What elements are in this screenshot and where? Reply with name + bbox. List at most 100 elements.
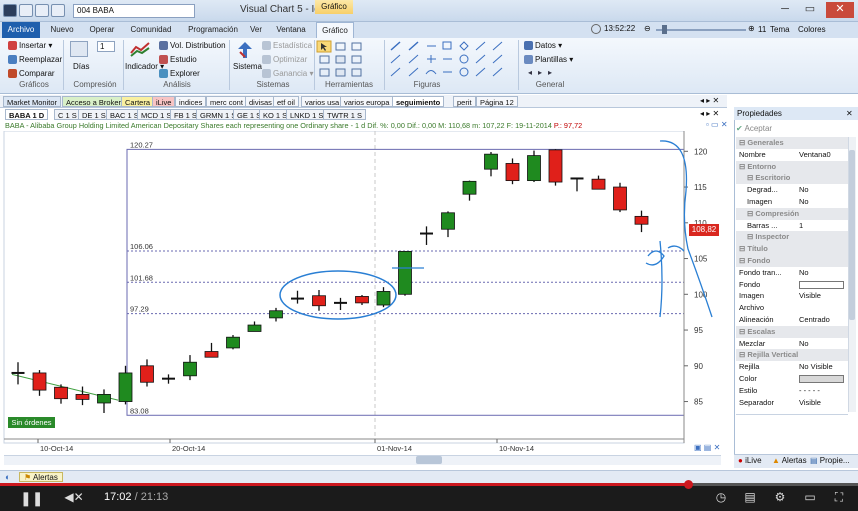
property-value[interactable]: No bbox=[799, 184, 809, 196]
tab-nuevo[interactable]: Nuevo bbox=[48, 22, 76, 38]
subtab-c[interactable]: C 1 S bbox=[54, 109, 81, 120]
property-section[interactable]: ⊟ Entorno bbox=[736, 160, 848, 173]
property-row[interactable]: Mezclar No bbox=[736, 338, 848, 350]
tab-market-monitor[interactable]: Market Monitor bbox=[3, 96, 62, 107]
property-row[interactable]: Color bbox=[736, 373, 848, 385]
symbol-input[interactable]: 004 BABA bbox=[73, 4, 195, 18]
property-row[interactable]: Degrad... No bbox=[736, 184, 848, 196]
ganancia-button[interactable]: Ganancia ▾ bbox=[262, 69, 314, 79]
zoom-slider-thumb[interactable] bbox=[662, 25, 667, 34]
dias-button[interactable]: Días bbox=[73, 62, 89, 71]
comparar-button[interactable]: Comparar bbox=[8, 69, 55, 79]
estadistica-button[interactable]: Estadística bbox=[262, 41, 312, 51]
tab-varios-europa[interactable]: varios europa bbox=[340, 96, 394, 107]
save-icon[interactable] bbox=[35, 4, 49, 17]
subtab-twtr[interactable]: TWTR 1 S bbox=[323, 109, 366, 120]
tab-merc-cont[interactable]: merc cont bbox=[206, 96, 247, 107]
property-value[interactable]: No bbox=[799, 196, 809, 208]
vol-distribution-button[interactable]: Vol. Distribution bbox=[159, 41, 226, 51]
subtab-baba[interactable]: BABA 1 D bbox=[5, 109, 49, 120]
tab-ventana[interactable]: Ventana bbox=[274, 22, 308, 38]
price-chart[interactable]: 120.27 106.06 101.68 97.29 83.08 85 90 95 100 105… bbox=[0, 130, 723, 455]
property-section[interactable]: ⊟ Fondo bbox=[736, 255, 848, 267]
subtab-lnkd[interactable]: LNKD 1 S bbox=[286, 109, 328, 120]
property-section[interactable]: ⊟ Generales bbox=[736, 137, 848, 149]
properties-close[interactable]: ✕ bbox=[846, 109, 853, 118]
tab-comunidad[interactable]: Comunidad bbox=[128, 22, 174, 38]
optimizar-button[interactable]: Optimizar bbox=[262, 55, 307, 65]
property-row[interactable]: Imagen Visible bbox=[736, 290, 848, 302]
property-section[interactable]: ⊟ Título bbox=[736, 243, 848, 255]
property-value[interactable]: Visible bbox=[799, 290, 821, 302]
tab-cartera[interactable]: Cartera bbox=[121, 96, 155, 107]
tema-menu[interactable]: Tema bbox=[770, 25, 790, 34]
footer-ilive[interactable]: ● iLive bbox=[738, 456, 762, 465]
volume-icon[interactable]: ◀✕ bbox=[62, 490, 86, 504]
plantillas-button[interactable]: Plantillas ▾ bbox=[524, 55, 573, 65]
property-row[interactable]: Alineación Centrado bbox=[736, 314, 848, 326]
fullscreen-icon[interactable]: ⛶ bbox=[830, 490, 848, 504]
alertas-tab[interactable]: ⚑ Alertas bbox=[19, 472, 63, 482]
close-button[interactable]: ✕ bbox=[826, 2, 854, 18]
herramientas-toolbar[interactable] bbox=[316, 40, 376, 80]
property-row[interactable]: Barras ... 1 bbox=[736, 220, 848, 232]
filter-icon[interactable] bbox=[19, 4, 33, 17]
properties-scroll-thumb[interactable] bbox=[849, 150, 855, 320]
navigation-arrows[interactable]: ◂▸▸ bbox=[528, 68, 558, 77]
scrollbar-thumb[interactable] bbox=[416, 456, 442, 464]
theater-mode-icon[interactable]: ▭ bbox=[801, 490, 819, 504]
footer-propiedades[interactable]: ▤ Propie... bbox=[810, 456, 850, 465]
chart-window-controls[interactable]: ▫ ▭ ✕ bbox=[706, 120, 728, 129]
color-swatch[interactable] bbox=[799, 280, 844, 289]
reemplazar-button[interactable]: Reemplazar bbox=[8, 55, 62, 65]
property-value[interactable]: - - - - - bbox=[799, 385, 820, 397]
tab-seguimiento[interactable]: seguimiento bbox=[392, 96, 445, 107]
property-grid[interactable]: ⊟ Generales Nombre Ventana0 ⊟ Entorno ⊟ Escr… bbox=[736, 137, 848, 412]
property-section[interactable]: ⊟ Rejilla Vertical bbox=[736, 349, 848, 362]
app-icon[interactable] bbox=[3, 4, 17, 17]
property-row[interactable]: Fondo bbox=[736, 279, 848, 291]
tab-etf-oil[interactable]: etf oil bbox=[273, 96, 299, 107]
logo-icon[interactable]: ◐ bbox=[5, 472, 10, 482]
watch-later-icon[interactable]: ◷ bbox=[712, 490, 730, 504]
property-row[interactable]: Fondo tran... No bbox=[736, 267, 848, 279]
property-value[interactable]: Centrado bbox=[799, 314, 830, 326]
property-value[interactable]: No bbox=[799, 267, 809, 279]
zoom-slider[interactable] bbox=[656, 29, 746, 31]
tab-programacion[interactable]: Programación bbox=[184, 22, 242, 38]
minimize-button[interactable]: ─ bbox=[775, 2, 795, 18]
compression-input[interactable]: 1 bbox=[97, 41, 115, 52]
tab-varios-usa[interactable]: varios usa bbox=[301, 96, 344, 107]
tab-indices[interactable]: indices bbox=[175, 96, 207, 107]
tab-ver[interactable]: Ver bbox=[247, 22, 265, 38]
print-icon[interactable] bbox=[51, 4, 65, 17]
property-value[interactable]: No bbox=[799, 338, 809, 350]
property-value[interactable]: Visible bbox=[799, 397, 821, 409]
property-row[interactable]: Imagen No bbox=[736, 196, 848, 208]
subtab-scroll-arrows[interactable]: ◂ ▸ ✕ bbox=[700, 109, 719, 118]
maximize-button[interactable]: ▭ bbox=[800, 2, 820, 18]
property-row[interactable]: Nombre Ventana0 bbox=[736, 149, 848, 161]
tab-archivo[interactable]: Archivo bbox=[2, 22, 40, 38]
tab-pagina-12[interactable]: Página 12 bbox=[476, 96, 518, 107]
captions-icon[interactable]: ▤ bbox=[741, 490, 759, 504]
colores-menu[interactable]: Colores bbox=[798, 25, 826, 34]
tab-scroll-arrows[interactable]: ◂ ▸ ✕ bbox=[700, 96, 719, 105]
property-row[interactable]: Separador Visible bbox=[736, 397, 848, 409]
property-value[interactable]: Ventana0 bbox=[799, 149, 831, 161]
tab-acceso-broker[interactable]: Acceso a Broker bbox=[62, 96, 126, 107]
aceptar-button[interactable]: ✔ Aceptar bbox=[736, 124, 846, 135]
estudio-button[interactable]: Estudio bbox=[159, 55, 197, 65]
property-section[interactable]: ⊟ Escalas bbox=[736, 325, 848, 338]
property-value[interactable]: 1 bbox=[799, 220, 803, 232]
property-section[interactable]: ⊟ Escritorio bbox=[736, 172, 848, 185]
property-value[interactable]: No Visible bbox=[799, 361, 833, 373]
property-section[interactable]: ⊟ Inspector bbox=[736, 231, 848, 244]
tab-operar[interactable]: Operar bbox=[85, 22, 119, 38]
property-row[interactable]: Estilo - - - - - bbox=[736, 385, 848, 397]
explorer-button[interactable]: Explorer bbox=[159, 69, 200, 79]
footer-alertas[interactable]: ▲ Alertas bbox=[772, 456, 807, 465]
settings-icon[interactable]: ⚙ bbox=[771, 490, 789, 504]
property-value[interactable] bbox=[799, 373, 844, 385]
tab-perit[interactable]: perit bbox=[453, 96, 476, 107]
